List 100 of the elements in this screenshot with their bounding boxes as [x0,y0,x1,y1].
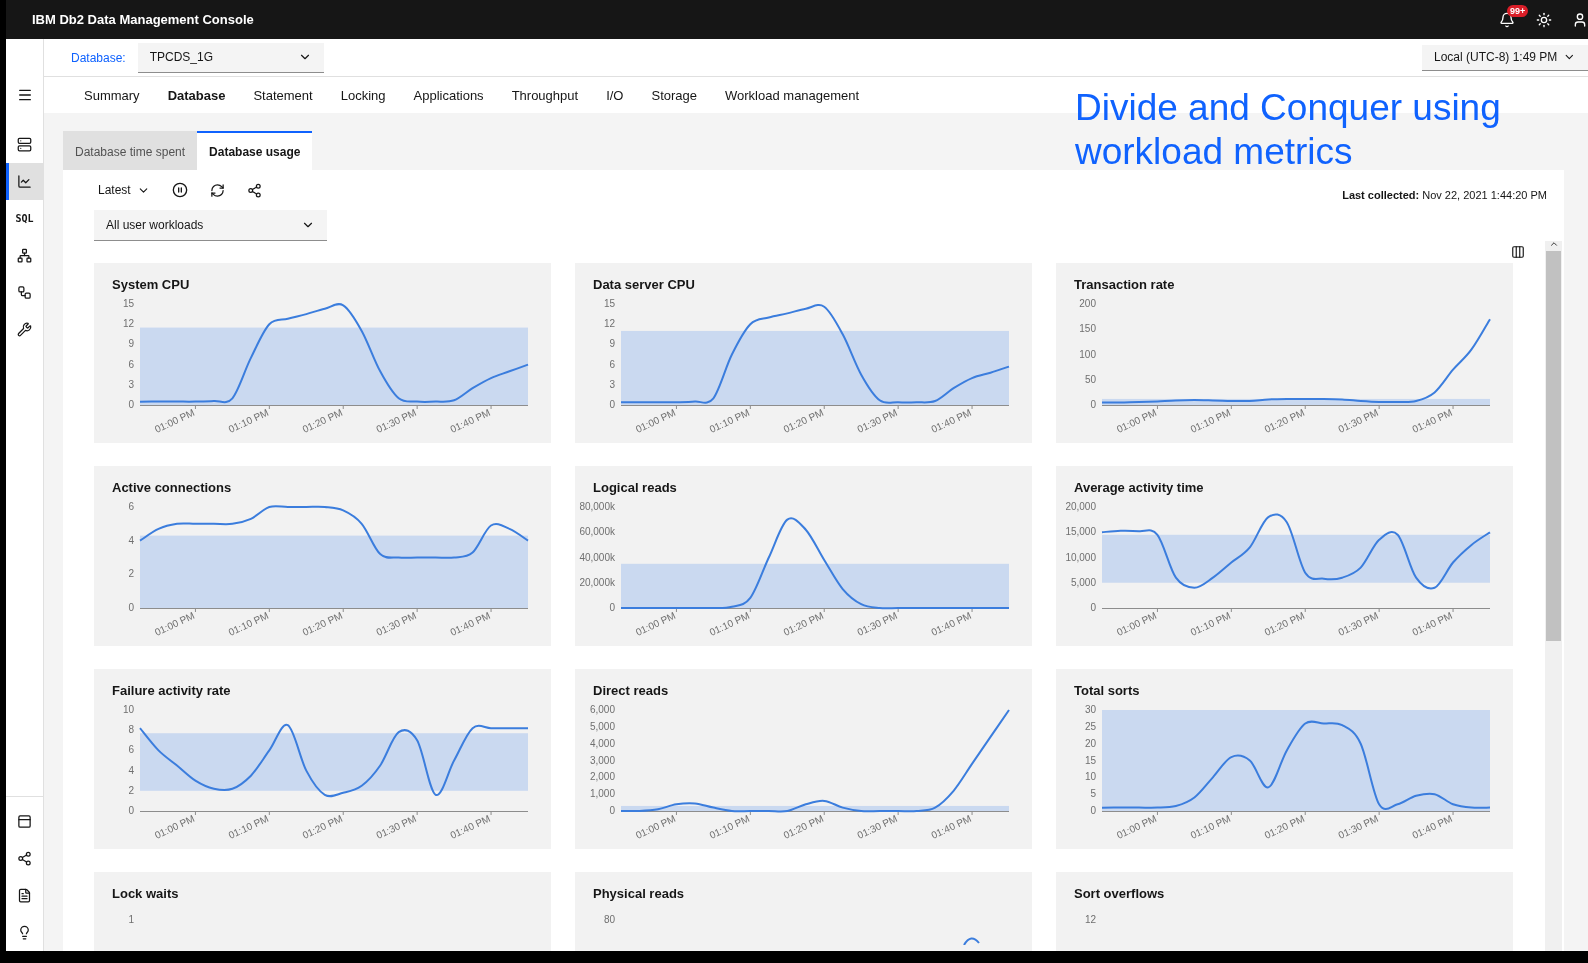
scroll-up-icon [1548,241,1559,249]
nav-icon [17,174,32,189]
chart-title: Data server CPU [593,277,696,292]
axis-label: 6 [609,358,615,370]
chart-title: Transaction rate [1074,277,1176,292]
nav-tab[interactable]: Workload management [711,77,874,113]
sun-icon [1535,11,1552,28]
axis-label: 5 [1090,788,1096,800]
axis-label: 01:10 PM [226,812,271,841]
axis-label: 2 [128,784,134,796]
axis-label: 01:20 PM [1262,406,1307,435]
axis-label: 0 [609,399,615,410]
nav-tab[interactable]: Locking [326,77,400,113]
nav-tab[interactable]: Throughput [497,77,593,113]
axis-label: 200 [1079,298,1096,309]
axis-label: 4 [128,534,134,546]
nav-tab[interactable]: Summary [70,77,154,113]
axis-label: 150 [1079,323,1096,335]
axis-label: 01:10 PM [1188,609,1233,638]
axis-label: 0 [609,602,615,613]
axis-label: 01:00 PM [633,609,678,638]
annotation-text: Divide and Conquer using workload metrics [1075,86,1502,174]
range-dropdown[interactable]: Latest [94,179,154,201]
axis-label: 25 [1084,720,1096,732]
chart-title: Total sorts [1074,683,1141,698]
database-select[interactable]: TPCDS_1G [137,42,324,73]
axis-label: 01:00 PM [1114,812,1159,841]
sub-tab[interactable]: Database time spent [63,131,198,170]
axis-label: 01:30 PM [374,812,418,841]
axis-label: 01:20 PM [781,609,826,638]
axis-label: 80,000k [579,501,615,512]
sub-tab[interactable]: Database usage [197,131,313,170]
nav-tab[interactable]: I/O [592,77,638,113]
axis-label: 01:30 PM [855,609,899,638]
axis-label: 01:40 PM [1410,812,1454,841]
axis-label: 12 [603,318,615,330]
axis-label: 0 [1090,805,1096,816]
axis-label: 20 [1084,737,1096,749]
axis-label: 1,000 [589,788,615,800]
axis-label: 5,000 [1070,576,1096,588]
axis-label: 6,000 [589,704,615,715]
axis-label: 01:00 PM [633,812,678,841]
axis-label: 01:30 PM [1336,609,1380,638]
chart-title: System CPU [112,277,191,292]
axis-label: 01:10 PM [1188,812,1233,841]
workload-select[interactable]: All user workloads [94,210,327,241]
axis-label: 10 [1084,771,1096,783]
axis-label: 12 [1084,914,1096,925]
axis-label: 2,000 [589,771,615,783]
database-label: Database: [71,50,126,65]
axis-label: 01:30 PM [1336,406,1380,435]
axis-label: 01:00 PM [1114,609,1159,638]
sql-button[interactable]: SQL [6,200,43,237]
menu-icon [16,87,33,103]
axis-label: 100 [1079,348,1096,360]
axis-label: 1 [128,914,134,925]
axis-label: 5,000 [589,720,615,732]
axis-label: 01:40 PM [929,609,973,638]
sidebar-button[interactable] [6,163,43,200]
refresh-icon [209,182,225,198]
chart-title: Average activity time [1074,480,1205,495]
nav-tab[interactable]: Applications [399,77,498,113]
chart-title: Direct reads [593,683,670,698]
chart-title: Active connections [112,480,233,495]
columns-icon [1511,245,1525,259]
axis-label: 01:40 PM [1410,609,1454,638]
axis-label: 9 [609,338,615,350]
timezone-select[interactable]: Local (UTC-8) 1:49 PM [1422,44,1588,71]
axis-label: 01:10 PM [226,406,271,435]
nav-icon [17,322,32,337]
nav-tab[interactable]: Statement [239,77,327,113]
axis-label: 10,000 [1065,551,1096,563]
axis-label: 01:10 PM [707,609,752,638]
axis-label: 01:30 PM [855,406,899,435]
axis-label: 4 [128,764,134,776]
axis-label: 20,000 [1065,501,1096,512]
axis-label: 01:20 PM [781,812,826,841]
axis-label: 9 [128,338,134,350]
scrollbar[interactable] [1545,241,1562,951]
nav-tab[interactable]: Storage [637,77,711,113]
nav-icon [17,888,32,903]
axis-label: 15 [603,298,615,309]
notification-badge: 99+ [1507,5,1529,17]
axis-label: 0 [609,805,615,816]
axis-label: 01:30 PM [1336,812,1380,841]
axis-label: 01:40 PM [448,812,492,841]
axis-label: 01:40 PM [929,812,973,841]
share-icon [246,182,262,198]
axis-label: 60,000k [579,526,615,538]
nav-tab[interactable]: Database [153,77,240,113]
app-title: IBM Db2 Data Management Console [32,12,255,27]
pause-icon [171,182,188,198]
axis-label: 01:10 PM [226,609,271,638]
axis-label: 01:30 PM [374,406,418,435]
axis-label: 40,000k [579,551,615,563]
axis-label: 01:20 PM [300,609,345,638]
axis-label: 2 [128,568,134,580]
chart-title: Failure activity rate [112,683,232,698]
axis-label: 15 [1084,754,1096,766]
axis-label: 3 [128,378,134,390]
